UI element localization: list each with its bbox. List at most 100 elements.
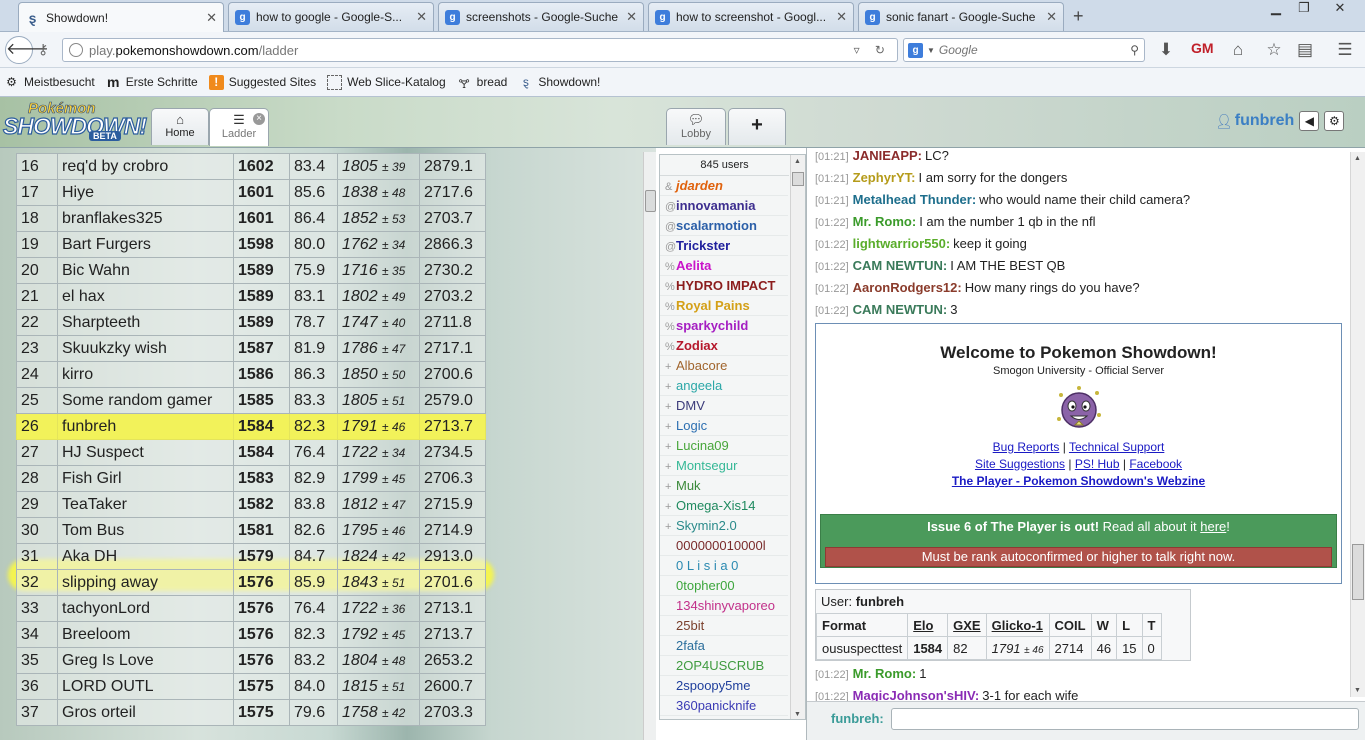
- user-list-item[interactable]: %Aelita: [660, 256, 788, 276]
- bookmark-web-slice[interactable]: Web Slice-Katalog: [327, 74, 446, 90]
- scroll-up-icon[interactable]: ▲: [1354, 155, 1361, 162]
- new-tab-button[interactable]: +: [1073, 6, 1084, 27]
- issue-here-link[interactable]: here: [1200, 519, 1226, 534]
- user-list-scrollbar[interactable]: ▲ ▼: [790, 155, 805, 719]
- user-list-item[interactable]: + Lucina09: [660, 436, 788, 456]
- facebook-link[interactable]: Facebook: [1129, 457, 1182, 471]
- star-icon[interactable]: ☆: [1263, 40, 1285, 60]
- bookmarks-menu-icon[interactable]: ▤: [1294, 40, 1316, 60]
- user-list-item[interactable]: %Royal Pains: [660, 296, 788, 316]
- chat-username[interactable]: CAM NEWTUN:: [853, 258, 948, 273]
- gmail-icon[interactable]: GM: [1191, 40, 1214, 56]
- search-icon[interactable]: ⚲: [1130, 43, 1139, 57]
- user-list-item[interactable]: %Zodiax: [660, 336, 788, 356]
- key-icon[interactable]: ⚷: [38, 41, 48, 58]
- player-name[interactable]: Bart Furgers: [57, 231, 234, 258]
- bookmark-erste-schritte[interactable]: m Erste Schritte: [106, 74, 198, 90]
- scroll-down-icon[interactable]: ▼: [1354, 687, 1361, 694]
- user-list-item[interactable]: + Albacore: [660, 356, 788, 376]
- chat-username[interactable]: ZephyrYT:: [853, 170, 916, 185]
- webzine-link[interactable]: The Player - Pokemon Showdown's Webzine: [952, 474, 1205, 488]
- player-name[interactable]: funbreh: [57, 413, 234, 440]
- url-bar[interactable]: play.pokemonshowdown.com/ladder ▿ ↻: [62, 38, 898, 62]
- user-list-item[interactable]: 000000010000l: [660, 536, 788, 556]
- bookmark-showdown[interactable]: ȿ Showdown!: [518, 75, 601, 90]
- user-list-item[interactable]: 134shinyvaporeo: [660, 596, 788, 616]
- user-list-item[interactable]: @scalarmotion: [660, 216, 788, 236]
- player-name[interactable]: HJ Suspect: [57, 439, 234, 466]
- menu-icon[interactable]: ☰: [1334, 40, 1356, 60]
- player-name[interactable]: Tom Bus: [57, 517, 234, 544]
- player-name[interactable]: kirro: [57, 361, 234, 388]
- search-input[interactable]: [938, 43, 1119, 57]
- chat-username[interactable]: JANIEAPP:: [853, 148, 922, 163]
- player-name[interactable]: Fish Girl: [57, 465, 234, 492]
- browser-tab-how-to-google[interactable]: g how to google - Google-S... ✕: [228, 2, 434, 31]
- tab-home[interactable]: ⌂ Home: [151, 108, 209, 145]
- add-room-button[interactable]: +: [728, 108, 786, 145]
- close-tab-icon[interactable]: ✕: [416, 9, 427, 25]
- chat-username[interactable]: CAM NEWTUN:: [853, 302, 948, 317]
- user-list-item[interactable]: @Trickster: [660, 236, 788, 256]
- sound-icon[interactable]: ◀: [1299, 111, 1320, 131]
- browser-tab-screenshots[interactable]: g screenshots - Google-Suche ✕: [438, 2, 644, 31]
- tab-ladder[interactable]: ☰ Ladder ×: [209, 108, 269, 146]
- chevron-down-icon[interactable]: ▼: [927, 46, 935, 55]
- player-name[interactable]: branflakes325: [57, 205, 234, 232]
- bug-reports-link[interactable]: Bug Reports: [993, 440, 1060, 454]
- close-tab-icon[interactable]: ✕: [626, 9, 637, 25]
- player-name[interactable]: Sharpteeth: [57, 309, 234, 336]
- player-name[interactable]: Greg Is Love: [57, 647, 234, 674]
- close-tab-icon[interactable]: ✕: [1046, 9, 1057, 25]
- back-button[interactable]: 🡐: [5, 36, 49, 64]
- user-list-item[interactable]: 2spoopy5me: [660, 676, 788, 696]
- chat-username[interactable]: AaronRodgers12:: [853, 280, 962, 295]
- minimize-icon[interactable]: ▁: [1262, 0, 1290, 20]
- chat-username[interactable]: lightwarrior550:: [853, 236, 951, 251]
- browser-tab-how-to-screenshot[interactable]: g how to screenshot - Googl... ✕: [648, 2, 854, 31]
- user-list-item[interactable]: @innovamania: [660, 196, 788, 216]
- chat-scrollbar[interactable]: ▲ ▼: [1350, 152, 1365, 697]
- user-list-item[interactable]: 0topher00: [660, 576, 788, 596]
- close-tab-icon[interactable]: ✕: [206, 10, 217, 26]
- user-list-item[interactable]: %sparkychild: [660, 316, 788, 336]
- gear-icon[interactable]: ⚙: [1324, 111, 1345, 131]
- close-window-icon[interactable]: ✕: [1320, 0, 1360, 20]
- bookmark-bread[interactable]: 🝖 bread: [457, 75, 508, 91]
- player-name[interactable]: Breeloom: [57, 621, 234, 648]
- home-icon[interactable]: ⌂: [1227, 40, 1249, 60]
- restore-icon[interactable]: ❐: [1290, 0, 1318, 20]
- user-list-item[interactable]: + Logic: [660, 416, 788, 436]
- user-list-item[interactable]: 360panicknife: [660, 696, 788, 716]
- user-list-item[interactable]: + angeela: [660, 376, 788, 396]
- bookmark-suggested-sites[interactable]: ! Suggested Sites: [208, 74, 316, 90]
- ps-hub-link[interactable]: PS! Hub: [1075, 457, 1120, 471]
- user-list-item[interactable]: 2OP4USCRUB: [660, 656, 788, 676]
- scroll-down-icon[interactable]: ▼: [794, 711, 801, 718]
- technical-support-link[interactable]: Technical Support: [1069, 440, 1164, 454]
- user-list-item[interactable]: + Muk: [660, 476, 788, 496]
- user-list-item[interactable]: 0 L i s i a 0: [660, 556, 788, 576]
- close-tab-icon[interactable]: ✕: [836, 9, 847, 25]
- chat-username[interactable]: Metalhead Thunder:: [853, 192, 977, 207]
- site-suggestions-link[interactable]: Site Suggestions: [975, 457, 1065, 471]
- user-list-item[interactable]: & jdarden: [660, 176, 788, 196]
- player-name[interactable]: slipping away: [57, 569, 234, 596]
- bookmark-meistbesucht[interactable]: ⚙ Meistbesucht: [4, 75, 95, 90]
- user-list-item[interactable]: %HYDRO IMPACT: [660, 276, 788, 296]
- player-name[interactable]: Gros orteil: [57, 699, 234, 726]
- player-name[interactable]: Aka DH: [57, 543, 234, 570]
- search-bar[interactable]: g ▼ ⚲: [903, 38, 1145, 62]
- download-icon[interactable]: ⬇: [1155, 40, 1177, 60]
- browser-tab-sonic-fanart[interactable]: g sonic fanart - Google-Suche ✕: [858, 2, 1064, 31]
- player-name[interactable]: Bic Wahn: [57, 257, 234, 284]
- user-list-item[interactable]: + Omega-Xis14: [660, 496, 788, 516]
- player-name[interactable]: Skuukzky wish: [57, 335, 234, 362]
- chat-username[interactable]: Mr. Romo:: [853, 666, 917, 681]
- userbox-username[interactable]: funbreh: [856, 594, 904, 609]
- scroll-up-icon[interactable]: ▲: [794, 158, 801, 165]
- player-name[interactable]: tachyonLord: [57, 595, 234, 622]
- scrollbar-thumb[interactable]: [645, 190, 656, 212]
- user-list-item[interactable]: + DMV: [660, 396, 788, 416]
- player-name[interactable]: TeaTaker: [57, 491, 234, 518]
